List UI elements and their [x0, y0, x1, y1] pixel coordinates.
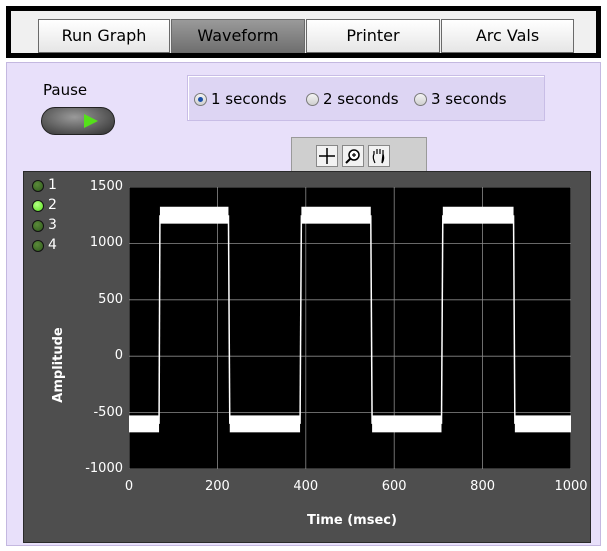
- waveform-segment: [229, 415, 301, 433]
- tab-run-graph[interactable]: Run Graph: [38, 19, 170, 53]
- x-axis-label: Time (msec): [307, 513, 397, 528]
- plot-3-led-icon[interactable]: [32, 220, 44, 232]
- tab-arc-vals[interactable]: Arc Vals: [441, 19, 574, 53]
- zoom-icon[interactable]: [342, 145, 364, 167]
- y-tick-label: 0: [114, 348, 123, 364]
- plot-4-led-icon[interactable]: [32, 240, 44, 252]
- x-tick-label: 0: [124, 479, 134, 494]
- tab-waveform[interactable]: Waveform: [171, 19, 305, 53]
- y-tick-label: -1000: [85, 461, 123, 476]
- waveform-panel: Pause 1 seconds 2 seconds 3 seconds 1 2: [6, 62, 601, 546]
- crosshair-icon[interactable]: [316, 145, 338, 167]
- radio-label: 3 seconds: [431, 90, 507, 108]
- waveform-segment: [372, 415, 442, 433]
- waveform-segment: [129, 415, 160, 433]
- graph-palette: [291, 137, 427, 173]
- radio-unselected-icon: [414, 93, 427, 106]
- y-axis-label: Amplitude: [51, 327, 66, 403]
- pan-hand-icon[interactable]: [368, 145, 390, 167]
- radio-selected-icon: [194, 93, 207, 106]
- pause-button[interactable]: [41, 107, 115, 135]
- x-tick-label: 800: [470, 479, 495, 494]
- tab-printer[interactable]: Printer: [306, 19, 440, 53]
- plot-2-led-icon[interactable]: [32, 200, 44, 212]
- x-tick-label: 600: [381, 479, 407, 494]
- y-tick-label: -500: [93, 404, 123, 420]
- legend-label-3: 3: [48, 217, 57, 233]
- radio-label: 1 seconds: [211, 90, 287, 108]
- radio-3-seconds[interactable]: 3 seconds: [414, 90, 507, 108]
- y-tick-label: 500: [98, 291, 123, 307]
- pause-label: Pause: [43, 81, 88, 99]
- waveform-segment: [514, 415, 571, 433]
- x-tick-label: 1000: [554, 479, 588, 494]
- waveform-edge: [158, 215, 161, 424]
- radio-2-seconds[interactable]: 2 seconds: [306, 90, 399, 108]
- y-tick-label: 1500: [89, 179, 123, 194]
- play-arrow-icon: [84, 114, 98, 128]
- plot-area[interactable]: [129, 187, 571, 469]
- tab-bar-inner: Run Graph Waveform Printer Arc Vals: [11, 11, 596, 53]
- plot-1-led-icon[interactable]: [32, 180, 44, 192]
- legend-label-4: 4: [48, 237, 57, 253]
- legend-label-2: 2: [48, 197, 57, 213]
- tab-bar: Run Graph Waveform Printer Arc Vals: [6, 6, 601, 58]
- x-tick-label: 400: [293, 479, 319, 494]
- duration-radio-group: 1 seconds 2 seconds 3 seconds: [187, 75, 545, 121]
- radio-label: 2 seconds: [323, 90, 399, 108]
- radio-unselected-icon: [306, 93, 319, 106]
- plot-background: [129, 187, 571, 469]
- y-tick-label: 1000: [89, 235, 123, 251]
- x-tick-label: 200: [204, 479, 230, 494]
- radio-1-seconds[interactable]: 1 seconds: [194, 90, 287, 108]
- waveform-segment: [442, 206, 514, 224]
- legend-label-1: 1: [48, 177, 57, 193]
- waveform-segment: [159, 206, 229, 224]
- waveform-segment: [301, 206, 371, 224]
